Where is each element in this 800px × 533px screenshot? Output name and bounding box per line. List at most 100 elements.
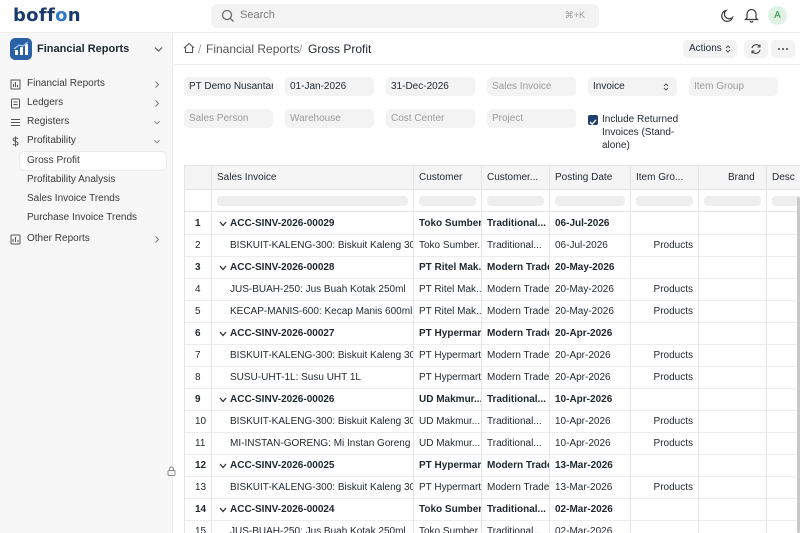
table-cell-item-group[interactable] bbox=[631, 499, 699, 521]
table-group-row[interactable]: 12 ACC-SINV-2026-00025 PT Hypermart... Mode… bbox=[185, 455, 800, 477]
table-cell-brand[interactable] bbox=[699, 301, 767, 323]
table-cell-idx[interactable]: 1 bbox=[185, 213, 212, 235]
table-cell-idx[interactable]: 11 bbox=[185, 433, 212, 455]
table-row[interactable]: 5 KECAP-MANIS-600: Kecap Manis 600ml PT Ri… bbox=[185, 301, 800, 323]
table-cell-item-group[interactable]: Products bbox=[631, 433, 699, 455]
group-by-select[interactable]: Invoice bbox=[588, 77, 677, 96]
chevron-down-icon[interactable] bbox=[219, 463, 227, 469]
column-header-description[interactable]: Desc bbox=[767, 166, 800, 190]
table-cell-brand[interactable] bbox=[699, 323, 767, 345]
filter-cell[interactable] bbox=[631, 190, 699, 212]
table-cell-posting-date[interactable]: 20-May-2026 bbox=[550, 257, 631, 279]
table-cell-invoice[interactable]: SUSU-UHT-1L: Susu UHT 1L bbox=[212, 367, 414, 389]
table-cell-posting-date[interactable]: 20-May-2026 bbox=[550, 279, 631, 301]
table-cell-description[interactable] bbox=[767, 235, 800, 257]
sidebar-subitem-gross-profit[interactable]: Gross Profit bbox=[20, 152, 166, 170]
table-cell-idx[interactable]: 5 bbox=[185, 301, 212, 323]
sidebar-item-financial-reports[interactable]: Financial Reports bbox=[7, 75, 167, 93]
table-cell-customer[interactable]: PT Ritel Mak... bbox=[414, 257, 482, 279]
item-group-filter[interactable]: Item Group bbox=[689, 77, 778, 96]
table-cell-customer-group[interactable]: Traditional... bbox=[482, 411, 550, 433]
table-cell-posting-date[interactable]: 20-Apr-2026 bbox=[550, 367, 631, 389]
filter-cell[interactable] bbox=[550, 190, 631, 212]
bell-icon[interactable] bbox=[744, 7, 759, 23]
table-cell-posting-date[interactable]: 13-Mar-2026 bbox=[550, 455, 631, 477]
sales-person-filter[interactable]: Sales Person bbox=[184, 109, 273, 128]
chevron-down-icon[interactable] bbox=[219, 331, 227, 337]
table-cell-description[interactable] bbox=[767, 323, 800, 345]
table-group-row[interactable]: 14 ACC-SINV-2026-00024 Toko Sumber... Tradi… bbox=[185, 499, 800, 521]
table-cell-description[interactable] bbox=[767, 455, 800, 477]
refresh-button[interactable] bbox=[744, 40, 768, 58]
table-cell-item-group[interactable] bbox=[631, 521, 699, 533]
table-cell-posting-date[interactable]: 10-Apr-2026 bbox=[550, 389, 631, 411]
table-cell-brand[interactable] bbox=[699, 389, 767, 411]
table-cell-idx[interactable]: 7 bbox=[185, 345, 212, 367]
table-cell-customer[interactable]: UD Makmur... bbox=[414, 389, 482, 411]
table-cell-posting-date[interactable]: 10-Apr-2026 bbox=[550, 433, 631, 455]
table-cell-brand[interactable] bbox=[699, 521, 767, 533]
table-cell-brand[interactable] bbox=[699, 279, 767, 301]
sidebar-subitem-sales-invoice-trends[interactable]: Sales Invoice Trends bbox=[20, 190, 166, 208]
table-cell-customer-group[interactable]: Traditional... bbox=[482, 433, 550, 455]
sales-invoice-filter[interactable]: Sales Invoice bbox=[487, 77, 576, 96]
breadcrumb-parent[interactable]: Financial Reports bbox=[206, 42, 299, 56]
table-cell-item-group[interactable]: Products bbox=[631, 411, 699, 433]
table-cell-brand[interactable] bbox=[699, 235, 767, 257]
table-cell-idx[interactable]: 10 bbox=[185, 411, 212, 433]
table-cell-invoice[interactable]: ACC-SINV-2026-00027 bbox=[212, 323, 414, 345]
table-cell-item-group[interactable]: Products bbox=[631, 279, 699, 301]
sidebar-subitem-profitability-analysis[interactable]: Profitability Analysis bbox=[20, 171, 166, 189]
table-cell-invoice[interactable]: JUS-BUAH-250: Jus Buah Kotak 250ml bbox=[212, 279, 414, 301]
table-cell-customer[interactable]: PT Ritel Mak... bbox=[414, 301, 482, 323]
table-cell-idx[interactable]: 4 bbox=[185, 279, 212, 301]
home-icon[interactable] bbox=[183, 42, 195, 54]
chevron-down-icon[interactable] bbox=[219, 221, 227, 227]
table-cell-posting-date[interactable]: 20-Apr-2026 bbox=[550, 345, 631, 367]
table-cell-posting-date[interactable]: 10-Apr-2026 bbox=[550, 411, 631, 433]
table-cell-posting-date[interactable]: 20-May-2026 bbox=[550, 301, 631, 323]
table-cell-customer[interactable]: PT Hypermart... bbox=[414, 367, 482, 389]
table-cell-customer-group[interactable]: Modern Trade bbox=[482, 367, 550, 389]
column-header-item-group[interactable]: Item Gro... bbox=[631, 166, 699, 190]
table-cell-idx[interactable]: 3 bbox=[185, 257, 212, 279]
search-bar[interactable]: Search ⌘+K bbox=[211, 4, 599, 28]
column-header-brand[interactable]: Brand bbox=[699, 166, 767, 190]
table-cell-customer[interactable]: PT Hypermart... bbox=[414, 455, 482, 477]
chevron-down-icon[interactable] bbox=[219, 265, 227, 271]
table-cell-idx[interactable]: 15 bbox=[185, 521, 212, 533]
table-cell-idx[interactable]: 12 bbox=[185, 455, 212, 477]
table-cell-idx[interactable]: 2 bbox=[185, 235, 212, 257]
table-cell-idx[interactable]: 9 bbox=[185, 389, 212, 411]
table-cell-customer-group[interactable]: Modern Trade bbox=[482, 345, 550, 367]
table-cell-idx[interactable]: 13 bbox=[185, 477, 212, 499]
sidebar-item-profitability[interactable]: Profitability bbox=[7, 132, 167, 150]
table-group-row[interactable]: 6 ACC-SINV-2026-00027 PT Hypermart... Moder… bbox=[185, 323, 800, 345]
table-cell-brand[interactable] bbox=[699, 257, 767, 279]
actions-button[interactable]: Actions bbox=[683, 40, 737, 58]
table-cell-idx[interactable]: 8 bbox=[185, 367, 212, 389]
table-cell-invoice[interactable]: MI-INSTAN-GORENG: Mi Instan Goreng bbox=[212, 433, 414, 455]
table-cell-customer-group[interactable]: Modern Trade bbox=[482, 455, 550, 477]
moon-icon[interactable] bbox=[720, 8, 735, 23]
table-cell-item-group[interactable] bbox=[631, 455, 699, 477]
table-cell-item-group[interactable] bbox=[631, 257, 699, 279]
table-cell-customer[interactable]: PT Ritel Mak... bbox=[414, 279, 482, 301]
chevron-down-icon[interactable] bbox=[219, 507, 227, 513]
table-cell-description[interactable] bbox=[767, 521, 800, 533]
table-cell-idx[interactable]: 6 bbox=[185, 323, 212, 345]
table-group-row[interactable]: 1 ACC-SINV-2026-00029 Toko Sumber... Tradit… bbox=[185, 213, 800, 235]
table-cell-posting-date[interactable]: 13-Mar-2026 bbox=[550, 477, 631, 499]
table-cell-invoice[interactable]: ACC-SINV-2026-00024 bbox=[212, 499, 414, 521]
table-cell-invoice[interactable]: ACC-SINV-2026-00025 bbox=[212, 455, 414, 477]
table-row[interactable]: 11 MI-INSTAN-GORENG: Mi Instan Goreng UD M… bbox=[185, 433, 800, 455]
table-row[interactable]: 13 BISKUIT-KALENG-300: Biskuit Kaleng 300… bbox=[185, 477, 800, 499]
include-returned-checkbox[interactable] bbox=[588, 115, 598, 126]
table-cell-invoice[interactable]: BISKUIT-KALENG-300: Biskuit Kaleng 300g bbox=[212, 477, 414, 499]
column-header-sales-invoice[interactable]: Sales Invoice bbox=[212, 166, 414, 190]
table-cell-description[interactable] bbox=[767, 301, 800, 323]
table-cell-customer-group[interactable]: Traditional... bbox=[482, 389, 550, 411]
table-cell-invoice[interactable]: ACC-SINV-2026-00026 bbox=[212, 389, 414, 411]
table-cell-description[interactable] bbox=[767, 257, 800, 279]
table-cell-invoice[interactable]: BISKUIT-KALENG-300: Biskuit Kaleng 300g bbox=[212, 235, 414, 257]
